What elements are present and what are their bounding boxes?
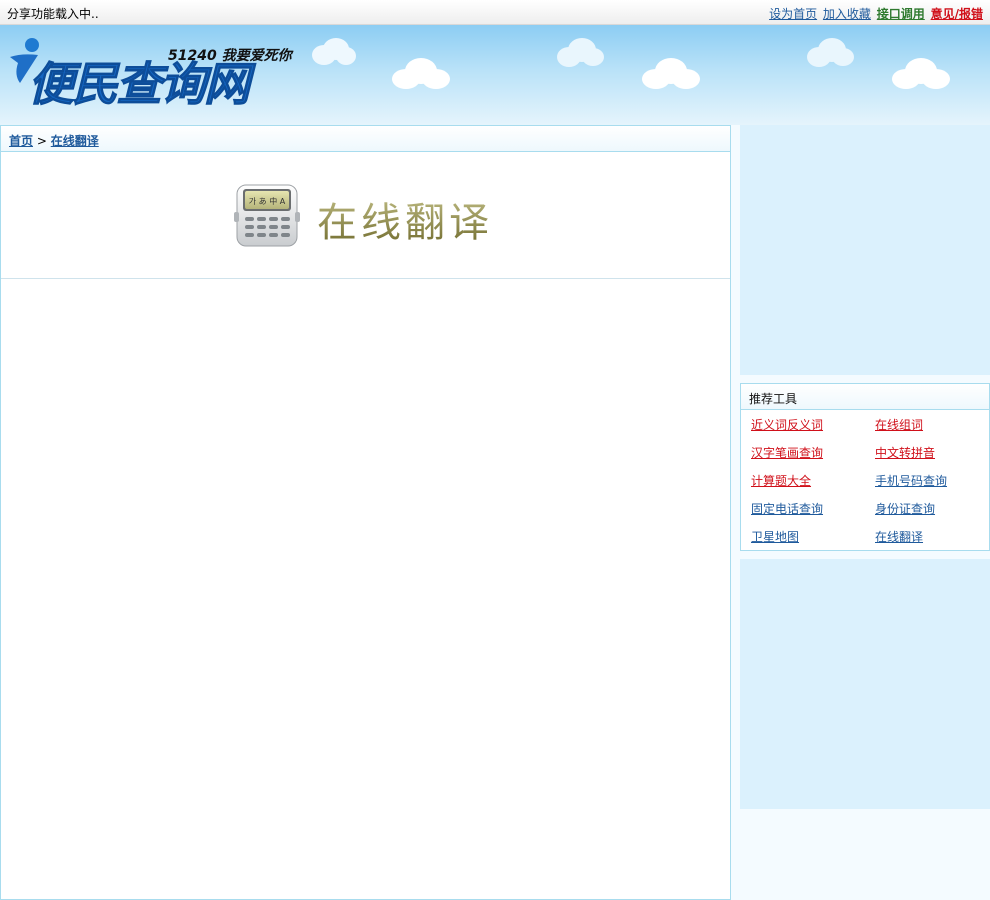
- tool-link-word-group[interactable]: 在线组词: [875, 418, 923, 432]
- breadcrumb-separator: >: [36, 134, 47, 148]
- recommended-tools-panel: 推荐工具 近义词反义词 在线组词 汉字笔画查询 中文转拼音 计算题大全 手机号码…: [740, 383, 990, 551]
- cloud-icon: [892, 58, 950, 89]
- cloud-icon: [392, 58, 450, 89]
- sidebar: 推荐工具 近义词反义词 在线组词 汉字笔画查询 中文转拼音 计算题大全 手机号码…: [731, 125, 990, 900]
- set-homepage-link[interactable]: 设为首页: [769, 7, 817, 21]
- cloud-icon: [557, 38, 604, 67]
- main-content: 首页 > 在线翻译 가 あ 中 A 在线翻译: [0, 125, 731, 900]
- share-loading-status: 分享功能载入中..: [7, 7, 99, 21]
- ad-slot-top: [740, 125, 990, 375]
- top-links: 设为首页 加入收藏 接口调用 意见/报错: [767, 5, 983, 22]
- tool-link-stroke-lookup[interactable]: 汉字笔画查询: [751, 446, 823, 460]
- feedback-link[interactable]: 意见/报错: [931, 7, 983, 21]
- device-screen-text: 가 あ 中 A: [249, 196, 286, 206]
- recommended-tools-title: 推荐工具: [741, 384, 989, 410]
- tool-link-id-card-lookup[interactable]: 身份证查询: [875, 502, 935, 516]
- api-link[interactable]: 接口调用: [877, 7, 925, 21]
- breadcrumb: 首页 > 在线翻译: [1, 126, 730, 152]
- site-logo[interactable]: 便民查询网 51240 我要爱死你: [8, 35, 308, 120]
- cloud-icon: [312, 38, 356, 65]
- banner-title: 在线翻译: [317, 190, 493, 248]
- tool-link-math-problems[interactable]: 计算题大全: [751, 474, 811, 488]
- tools-list: 近义词反义词 在线组词 汉字笔画查询 中文转拼音 计算题大全 手机号码查询 固定…: [741, 410, 989, 546]
- logo-slogan: 51240 我要爱死你: [168, 48, 292, 64]
- translator-device-icon: 가 あ 中 A: [234, 184, 300, 247]
- ad-slot-bottom: [740, 559, 990, 809]
- breadcrumb-home-link[interactable]: 首页: [9, 134, 33, 148]
- top-bar: 分享功能载入中.. 设为首页 加入收藏 接口调用 意见/报错: [0, 0, 990, 25]
- add-bookmark-link[interactable]: 加入收藏: [823, 7, 871, 21]
- page-banner: 가 あ 中 A 在线翻译: [1, 152, 730, 279]
- logo-text: 便民查询网: [28, 57, 251, 112]
- tool-link-synonym-antonym[interactable]: 近义词反义词: [751, 418, 823, 432]
- tool-link-online-translate[interactable]: 在线翻译: [875, 530, 923, 544]
- cloud-icon: [807, 38, 854, 67]
- tool-link-pinyin[interactable]: 中文转拼音: [875, 446, 935, 460]
- breadcrumb-current-link[interactable]: 在线翻译: [51, 134, 99, 148]
- tool-link-landline-lookup[interactable]: 固定电话查询: [751, 502, 823, 516]
- tool-link-satellite-map[interactable]: 卫星地图: [751, 530, 799, 544]
- tool-link-mobile-lookup[interactable]: 手机号码查询: [875, 474, 947, 488]
- cloud-icon: [642, 58, 700, 89]
- site-header: 便民查询网 51240 我要爱死你: [0, 25, 990, 125]
